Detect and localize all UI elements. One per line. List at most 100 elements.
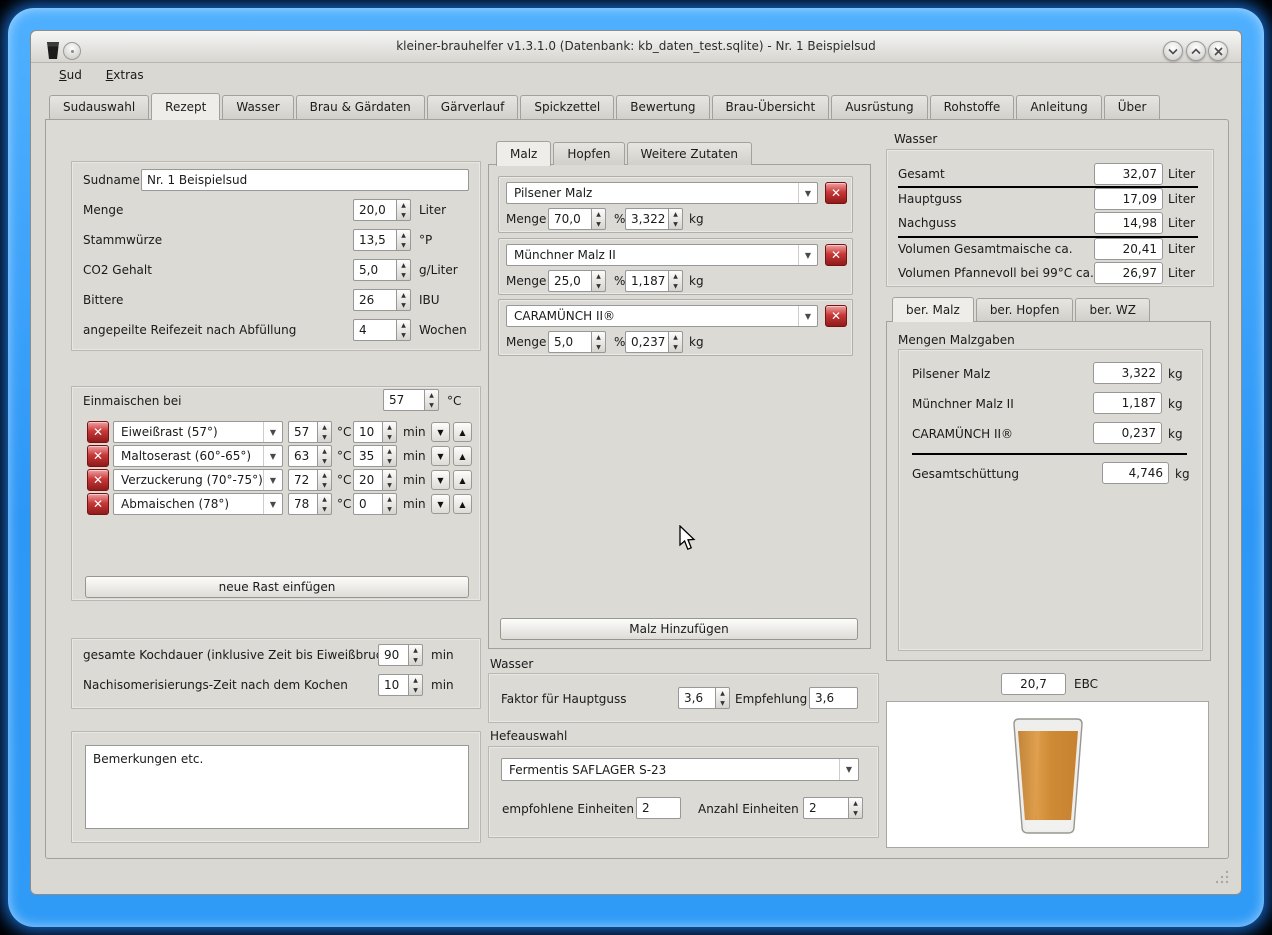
spin-down-icon[interactable]: ▼ [383, 480, 396, 490]
notes-textarea[interactable]: Bemerkungen etc. [85, 745, 469, 829]
spin-down-icon[interactable]: ▼ [592, 219, 605, 229]
move-rast-down-button[interactable]: ▼ [431, 422, 450, 442]
tab-hopfen[interactable]: Hopfen [553, 142, 624, 165]
spin-down-icon[interactable]: ▼ [397, 270, 410, 280]
move-rast-down-button[interactable]: ▼ [431, 494, 450, 514]
spin-up-icon[interactable]: ▲ [849, 798, 862, 808]
delete-rast-button[interactable]: ✕ [87, 493, 109, 515]
rast-time[interactable]: 0 [353, 493, 382, 515]
spin-buttons[interactable]: ▲▼ [396, 289, 411, 311]
spin-up-icon[interactable]: ▲ [318, 422, 331, 432]
delete-rast-button[interactable]: ✕ [87, 445, 109, 467]
spin-up-icon[interactable]: ▲ [716, 688, 729, 698]
delete-malt-button[interactable]: ✕ [825, 182, 847, 204]
minimize-button[interactable] [1163, 41, 1183, 61]
resize-grip[interactable] [1214, 869, 1230, 888]
spin-up-icon[interactable]: ▲ [397, 200, 410, 210]
chevron-down-icon[interactable]: ▼ [263, 494, 282, 514]
spin-down-icon[interactable]: ▼ [318, 456, 331, 466]
tab-weitere-zutaten[interactable]: Weitere Zutaten [627, 142, 752, 165]
malt-select[interactable]: Münchner Malz II ▼ [506, 244, 818, 266]
titlebar[interactable]: kleiner-brauhelfer v1.3.1.0 (Datenbank: … [31, 31, 1241, 63]
malt-kg[interactable]: 3,322 [625, 208, 668, 230]
spin-down-icon[interactable]: ▼ [318, 432, 331, 442]
faktor-value[interactable]: 3,6 [678, 687, 715, 709]
co2-spinbox[interactable]: 5,0 ▲▼ [353, 259, 411, 281]
spin-up-icon[interactable]: ▲ [592, 209, 605, 219]
spin-up-icon[interactable]: ▲ [397, 260, 410, 270]
delete-rast-button[interactable]: ✕ [87, 421, 109, 443]
spin-buttons[interactable]: ▲▼ [591, 331, 606, 353]
spin-down-icon[interactable]: ▼ [716, 698, 729, 708]
tab-rohstoffe[interactable]: Rohstoffe [930, 95, 1015, 119]
malt-percent[interactable]: 70,0 [548, 208, 591, 230]
spin-buttons[interactable]: ▲▼ [668, 208, 683, 230]
spin-down-icon[interactable]: ▼ [318, 480, 331, 490]
spin-buttons[interactable]: ▲▼ [848, 797, 863, 819]
delete-malt-button[interactable]: ✕ [825, 244, 847, 266]
tab-ber-wz[interactable]: ber. WZ [1075, 298, 1150, 321]
co2-value[interactable]: 5,0 [353, 259, 396, 281]
rast-temp[interactable]: 57 [288, 421, 317, 443]
malt-percent[interactable]: 25,0 [548, 270, 591, 292]
spin-buttons[interactable]: ▲▼ [382, 445, 397, 467]
malt-kg-spinbox[interactable]: 1,187 ▲▼ [625, 270, 683, 292]
spin-up-icon[interactable]: ▲ [383, 446, 396, 456]
bittere-value[interactable]: 26 [353, 289, 396, 311]
spin-buttons[interactable]: ▲▼ [396, 319, 411, 341]
spin-buttons[interactable]: ▲▼ [382, 469, 397, 491]
rast-temp-spinbox[interactable]: 72 ▲▼ [288, 469, 332, 491]
spin-buttons[interactable]: ▲▼ [317, 445, 332, 467]
chevron-down-icon[interactable]: ▼ [798, 183, 817, 203]
spin-up-icon[interactable]: ▲ [318, 470, 331, 480]
spin-down-icon[interactable]: ▼ [383, 456, 396, 466]
spin-buttons[interactable]: ▲▼ [317, 469, 332, 491]
spin-down-icon[interactable]: ▼ [409, 685, 422, 695]
einmaischen-value[interactable]: 57 [383, 389, 424, 411]
rast-select[interactable]: Eiweißrast (57°) ▼ [113, 421, 283, 443]
unit-count-spinbox[interactable]: 2 ▲▼ [803, 797, 863, 819]
rast-time[interactable]: 20 [353, 469, 382, 491]
delete-rast-button[interactable]: ✕ [87, 469, 109, 491]
chevron-down-icon[interactable]: ▼ [263, 446, 282, 466]
spin-down-icon[interactable]: ▼ [383, 504, 396, 514]
spin-up-icon[interactable]: ▲ [409, 645, 422, 655]
maximize-button[interactable] [1186, 41, 1206, 61]
rast-select[interactable]: Maltoserast (60°-65°) ▼ [113, 445, 283, 467]
spin-up-icon[interactable]: ▲ [409, 675, 422, 685]
tab-ausruestung[interactable]: Ausrüstung [831, 95, 927, 119]
move-rast-up-button[interactable]: ▲ [453, 470, 472, 490]
malt-kg[interactable]: 0,237 [625, 331, 668, 353]
rast-time-spinbox[interactable]: 20 ▲▼ [353, 469, 397, 491]
menge-value[interactable]: 20,0 [353, 199, 396, 221]
malt-percent-spinbox[interactable]: 70,0 ▲▼ [548, 208, 606, 230]
spin-buttons[interactable]: ▲▼ [408, 674, 423, 696]
kochdauer-spinbox[interactable]: 90 ▲▼ [378, 644, 423, 666]
rast-time-spinbox[interactable]: 35 ▲▼ [353, 445, 397, 467]
spin-down-icon[interactable]: ▼ [397, 330, 410, 340]
rast-temp-spinbox[interactable]: 78 ▲▼ [288, 493, 332, 515]
bittere-spinbox[interactable]: 26 ▲▼ [353, 289, 411, 311]
spin-buttons[interactable]: ▲▼ [408, 644, 423, 666]
chevron-down-icon[interactable]: ▼ [798, 306, 817, 326]
tab-brau-uebersicht[interactable]: Brau-Übersicht [712, 95, 830, 119]
rast-select[interactable]: Verzuckerung (70°-75°) ▼ [113, 469, 283, 491]
rast-temp[interactable]: 72 [288, 469, 317, 491]
tab-gaerverlauf[interactable]: Gärverlauf [427, 95, 519, 119]
rast-select[interactable]: Abmaischen (78°) ▼ [113, 493, 283, 515]
spin-buttons[interactable]: ▲▼ [317, 421, 332, 443]
spin-buttons[interactable]: ▲▼ [382, 421, 397, 443]
malt-kg[interactable]: 1,187 [625, 270, 668, 292]
chevron-down-icon[interactable]: ▼ [839, 759, 858, 780]
spin-up-icon[interactable]: ▲ [425, 390, 438, 400]
malt-percent-spinbox[interactable]: 25,0 ▲▼ [548, 270, 606, 292]
tab-ueber[interactable]: Über [1104, 95, 1161, 119]
spin-down-icon[interactable]: ▼ [397, 300, 410, 310]
tab-anleitung[interactable]: Anleitung [1016, 95, 1101, 119]
chevron-down-icon[interactable]: ▼ [798, 245, 817, 265]
spin-buttons[interactable]: ▲▼ [317, 493, 332, 515]
malt-percent[interactable]: 5,0 [548, 331, 591, 353]
sudname-input[interactable]: Nr. 1 Beispielsud [141, 169, 469, 191]
spin-up-icon[interactable]: ▲ [318, 494, 331, 504]
move-rast-up-button[interactable]: ▲ [453, 494, 472, 514]
